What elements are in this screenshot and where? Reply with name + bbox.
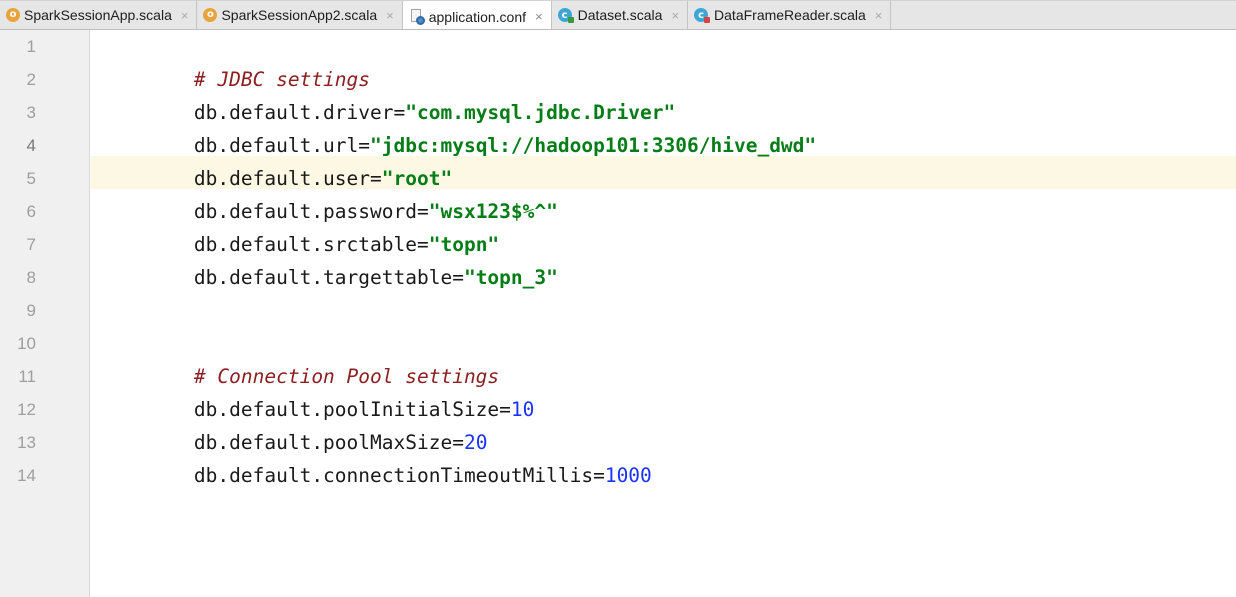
line-number: 1: [26, 37, 36, 56]
code-line[interactable]: # Connection Pool settings: [100, 327, 499, 388]
code-line[interactable]: db.default.srctable="topn": [100, 195, 499, 256]
code-line[interactable]: db.default.poolInitialSize=10: [100, 360, 534, 421]
config-key: db.default.targettable=: [193, 266, 464, 289]
config-key: db.default.connectionTimeoutMillis=: [193, 464, 605, 487]
code-line[interactable]: # JDBC settings: [100, 30, 370, 91]
line-number-gutter[interactable]: 1 2 3 4 5 6 7 8 9 10 11 12 13 14: [0, 30, 90, 597]
line-number: 11: [18, 367, 36, 386]
scala-object-icon: o: [6, 8, 20, 22]
code-line[interactable]: db.default.connectionTimeoutMillis=1000: [100, 426, 652, 487]
config-number-value: 10: [510, 398, 535, 421]
tab-label: Dataset.scala: [577, 7, 663, 23]
line-number: 12: [17, 400, 36, 419]
code-editor[interactable]: 1 2 3 4 5 6 7 8 9 10 11 12 13 14 # JDBC …: [0, 30, 1236, 597]
tab-sparksessionapp2-scala[interactable]: o SparkSessionApp2.scala ×: [197, 1, 403, 29]
code-line[interactable]: db.default.driver="com.mysql.jdbc.Driver…: [100, 63, 675, 124]
close-icon[interactable]: ×: [875, 8, 883, 23]
editor-tab-bar: o SparkSessionApp.scala × o SparkSession…: [0, 0, 1236, 30]
tab-label: DataFrameReader.scala: [714, 7, 866, 23]
close-icon[interactable]: ×: [535, 9, 543, 24]
line-number: 13: [17, 433, 36, 452]
config-string-value: "topn_3": [463, 266, 558, 289]
line-number: 10: [17, 334, 36, 353]
code-line[interactable]: db.default.poolMaxSize=20: [100, 393, 488, 454]
close-icon[interactable]: ×: [671, 8, 679, 23]
tab-label: SparkSessionApp.scala: [24, 7, 172, 23]
config-number-value: 1000: [604, 464, 652, 487]
line-number: 3: [26, 103, 36, 122]
tab-sparksessionapp-scala[interactable]: o SparkSessionApp.scala ×: [0, 1, 198, 29]
code-line[interactable]: db.default.url="jdbc:mysql://hadoop101:3…: [100, 96, 816, 157]
ide-window: o SparkSessionApp.scala × o SparkSession…: [0, 0, 1236, 597]
line-number: 9: [26, 301, 36, 320]
tab-application-conf[interactable]: application.conf ×: [402, 1, 552, 29]
scala-object-icon: o: [203, 8, 218, 22]
scala-class-icon: c: [557, 7, 574, 23]
line-number: 6: [26, 202, 36, 221]
tab-label: SparkSessionApp2.scala: [221, 7, 378, 23]
tab-label: application.conf: [428, 8, 527, 25]
tab-dataset-scala[interactable]: c Dataset.scala ×: [552, 1, 689, 29]
line-number: 14: [17, 466, 36, 485]
line-number: 7: [26, 235, 36, 254]
tab-dataframereader-scala[interactable]: c DataFrameReader.scala ×: [688, 1, 892, 29]
line-number: 8: [26, 268, 36, 287]
scala-class-icon: c: [694, 7, 711, 23]
code-line[interactable]: db.default.password="wsx123$%^": [100, 162, 558, 223]
line-number: 2: [26, 70, 36, 89]
line-number: 5: [26, 169, 36, 188]
code-line-current[interactable]: db.default.user="root": [100, 129, 452, 190]
close-icon[interactable]: ×: [181, 8, 189, 23]
code-line[interactable]: db.default.targettable="topn_3": [100, 228, 558, 289]
config-file-icon: [409, 8, 425, 25]
close-icon[interactable]: ×: [386, 8, 394, 23]
code-text-area[interactable]: # JDBC settings db.default.driver="com.m…: [91, 30, 1236, 597]
line-number: 4: [26, 136, 36, 155]
